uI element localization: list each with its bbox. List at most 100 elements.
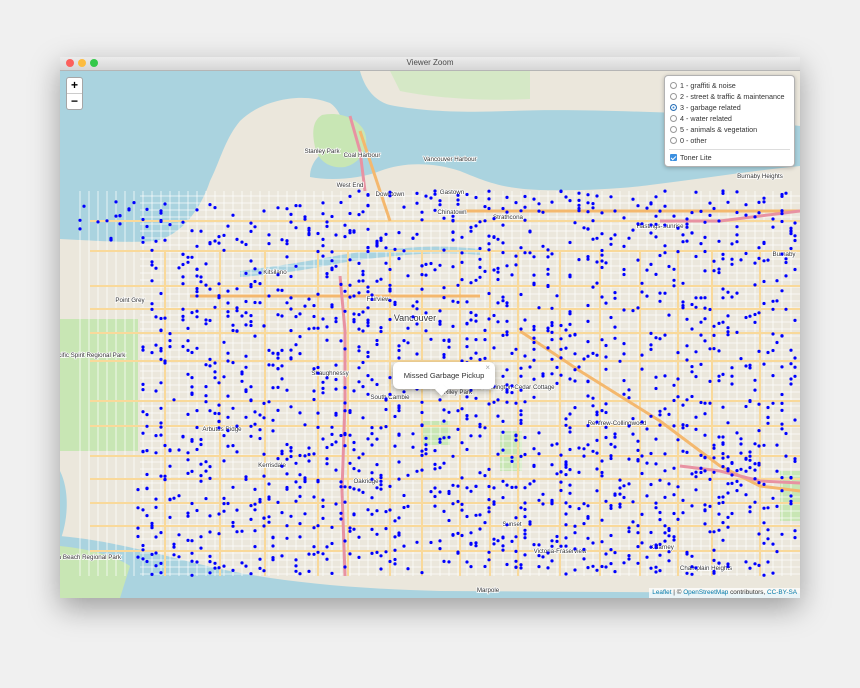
incident-marker bbox=[613, 570, 617, 574]
incident-marker bbox=[244, 564, 248, 568]
incident-marker bbox=[532, 283, 536, 287]
incident-marker bbox=[217, 532, 221, 536]
incident-marker bbox=[618, 492, 622, 496]
incident-marker bbox=[694, 375, 698, 379]
incident-marker bbox=[316, 425, 320, 429]
incident-marker bbox=[325, 272, 329, 276]
incident-marker bbox=[456, 550, 460, 554]
incident-marker bbox=[334, 264, 338, 268]
incident-marker bbox=[784, 454, 788, 458]
incident-marker bbox=[406, 504, 410, 508]
layer-option-other[interactable]: 0 - other bbox=[665, 135, 794, 146]
incident-marker bbox=[532, 358, 536, 362]
incident-marker bbox=[699, 242, 703, 246]
incident-marker bbox=[438, 199, 442, 203]
incident-marker bbox=[609, 454, 613, 458]
incident-marker bbox=[384, 246, 388, 250]
incident-marker bbox=[748, 566, 752, 570]
incident-marker bbox=[600, 564, 604, 569]
incident-marker bbox=[258, 497, 262, 502]
incident-marker bbox=[415, 352, 419, 356]
incident-marker bbox=[366, 306, 370, 310]
radio-icon[interactable] bbox=[670, 115, 677, 122]
zoom-out-button[interactable]: − bbox=[67, 93, 82, 109]
incident-marker bbox=[195, 560, 199, 564]
incident-marker bbox=[478, 358, 482, 362]
incident-marker bbox=[150, 552, 154, 556]
incident-marker bbox=[375, 342, 379, 347]
incident-marker bbox=[285, 487, 289, 491]
incident-marker bbox=[730, 473, 734, 477]
incident-marker bbox=[195, 287, 199, 291]
incident-marker bbox=[627, 236, 631, 240]
incident-marker bbox=[627, 557, 631, 561]
layer-option-garbage[interactable]: 3 - garbage related bbox=[665, 102, 794, 113]
incident-marker bbox=[703, 235, 707, 239]
overlay-toner-lite[interactable]: Toner Lite bbox=[665, 152, 794, 163]
place-label: Marpole bbox=[477, 587, 500, 594]
incident-marker bbox=[181, 318, 185, 322]
zoom-in-button[interactable]: + bbox=[67, 78, 82, 93]
incident-marker bbox=[226, 429, 230, 433]
incident-marker bbox=[789, 494, 793, 498]
incident-marker bbox=[582, 522, 586, 526]
map[interactable]: Stanley ParkCoal HarbourWest EndDowntown… bbox=[60, 71, 800, 598]
incident-marker bbox=[442, 216, 446, 220]
incident-marker bbox=[721, 257, 725, 261]
incident-marker bbox=[487, 550, 491, 554]
radio-icon[interactable] bbox=[670, 93, 677, 100]
radio-selected-icon[interactable] bbox=[670, 104, 677, 111]
incident-marker bbox=[294, 558, 298, 562]
incident-marker bbox=[339, 517, 343, 521]
layer-option-graffiti[interactable]: 1 - graffiti & noise bbox=[665, 80, 794, 91]
incident-marker bbox=[564, 195, 568, 199]
incident-marker bbox=[217, 403, 221, 407]
incident-marker bbox=[226, 359, 230, 363]
incident-marker bbox=[343, 433, 347, 437]
incident-marker bbox=[213, 206, 217, 210]
incident-marker bbox=[226, 314, 230, 318]
incident-marker bbox=[348, 194, 352, 198]
incident-marker bbox=[708, 307, 712, 312]
incident-marker bbox=[649, 231, 653, 235]
checkbox-icon[interactable] bbox=[670, 154, 677, 161]
incident-marker bbox=[465, 486, 469, 490]
incident-marker bbox=[595, 194, 599, 198]
incident-marker bbox=[735, 431, 739, 435]
incident-marker bbox=[649, 451, 653, 456]
incident-marker bbox=[627, 526, 631, 530]
incident-marker bbox=[555, 534, 559, 539]
radio-icon[interactable] bbox=[670, 82, 677, 89]
incident-marker bbox=[208, 514, 212, 518]
incident-marker bbox=[676, 351, 680, 355]
layer-option-street[interactable]: 2 - street & traffic & maintenance bbox=[665, 91, 794, 102]
incident-marker bbox=[159, 218, 163, 223]
incident-marker bbox=[204, 385, 208, 389]
layer-option-water[interactable]: 4 - water related bbox=[665, 113, 794, 124]
incident-marker bbox=[780, 408, 784, 412]
incident-marker bbox=[141, 410, 145, 414]
incident-marker bbox=[550, 323, 554, 328]
incident-marker bbox=[442, 286, 446, 290]
incident-marker bbox=[150, 302, 154, 306]
incident-marker bbox=[456, 202, 460, 206]
title-bar[interactable]: Viewer Zoom bbox=[60, 57, 800, 71]
incident-marker bbox=[325, 457, 329, 461]
license-link[interactable]: CC-BY-SA bbox=[767, 589, 797, 596]
incident-marker bbox=[550, 252, 554, 256]
incident-marker bbox=[154, 343, 158, 347]
incident-marker bbox=[379, 567, 383, 571]
incident-marker bbox=[514, 347, 518, 351]
incident-marker bbox=[622, 392, 626, 396]
osm-link[interactable]: OpenStreetMap bbox=[683, 589, 728, 596]
incident-marker bbox=[726, 314, 730, 318]
leaflet-link[interactable]: Leaflet bbox=[652, 589, 671, 596]
layer-option-animals[interactable]: 5 - animals & vegetation bbox=[665, 124, 794, 135]
incident-marker bbox=[694, 350, 698, 354]
incident-marker bbox=[267, 482, 271, 486]
incident-marker bbox=[312, 326, 316, 330]
radio-icon[interactable] bbox=[670, 137, 677, 144]
radio-icon[interactable] bbox=[670, 126, 677, 133]
incident-marker bbox=[186, 255, 190, 259]
incident-marker bbox=[289, 329, 293, 333]
